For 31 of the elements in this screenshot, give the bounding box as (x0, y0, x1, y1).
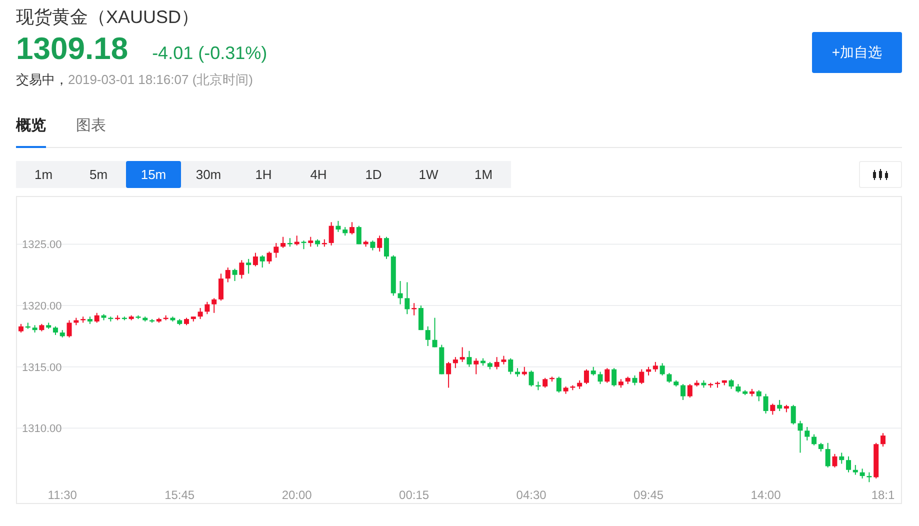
y-axis-label: 1325.00 (22, 239, 62, 252)
interval-button[interactable]: 5m (71, 161, 126, 188)
tab[interactable]: 概览 (16, 114, 46, 148)
candlestick-icon (872, 168, 888, 180)
x-axis-label: 14:00 (750, 488, 781, 502)
interval-button[interactable]: 15m (126, 161, 181, 188)
tab[interactable]: 图表 (76, 114, 106, 148)
interval-button[interactable]: 30m (181, 161, 236, 188)
y-axis-label: 1315.00 (22, 362, 62, 374)
price: 1309.18 (16, 30, 128, 68)
y-axis-label: 1310.00 (22, 423, 62, 436)
interval-button[interactable]: 1D (346, 161, 401, 188)
trading-status: 交易中， (16, 72, 68, 87)
x-axis-label: 20:00 (282, 488, 312, 502)
interval-button[interactable]: 1M (456, 161, 511, 188)
timestamp: 2019-03-01 18:16:07 (北京时间) (68, 72, 253, 87)
interval-button[interactable]: 1W (401, 161, 456, 188)
chart-type-button[interactable] (859, 161, 902, 188)
instrument-title: 现货黄金（XAUUSD） (16, 6, 200, 29)
price-change: -4.01 (-0.31%) (152, 42, 268, 65)
add-watchlist-button[interactable]: +加自选 (812, 32, 902, 73)
interval-button[interactable]: 1H (236, 161, 291, 188)
x-axis-label: 09:45 (634, 488, 664, 502)
y-axis-label: 1320.00 (22, 300, 62, 313)
x-axis-label: 18:1 (871, 488, 895, 502)
x-axis-label: 11:30 (48, 488, 77, 502)
interval-button[interactable]: 1m (16, 161, 71, 188)
interval-button[interactable]: 4H (291, 161, 346, 188)
x-axis-label: 15:45 (164, 488, 195, 502)
x-axis-label: 00:15 (399, 488, 430, 502)
x-axis-label: 04:30 (516, 488, 546, 502)
